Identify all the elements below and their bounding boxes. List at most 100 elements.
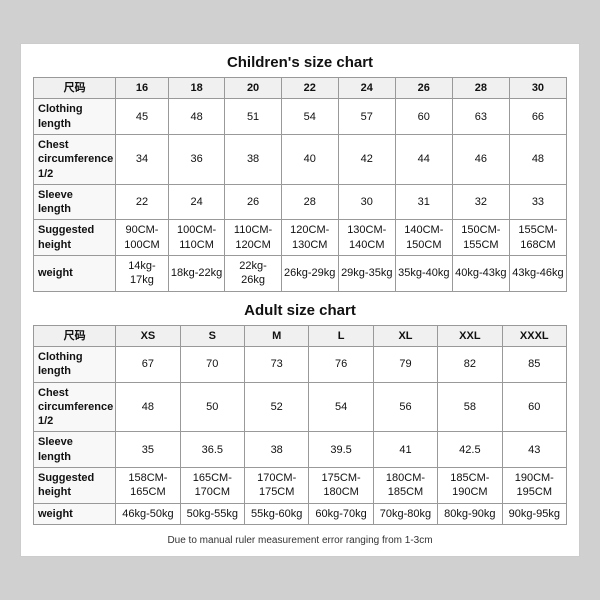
cell-2-2: 38	[245, 432, 309, 468]
cell-4-6: 90kg-95kg	[502, 503, 566, 524]
cell-0-0: 45	[116, 99, 168, 135]
col-header-1: 16	[116, 78, 168, 99]
cell-1-2: 52	[245, 382, 309, 432]
cell-4-4: 70kg-80kg	[373, 503, 437, 524]
cell-1-3: 40	[281, 134, 338, 184]
col-header-6: 26	[395, 78, 452, 99]
cell-4-5: 35kg-40kg	[395, 256, 452, 292]
table-row: Chest circumference 1/248505254565860	[34, 382, 567, 432]
cell-1-5: 44	[395, 134, 452, 184]
cell-4-2: 55kg-60kg	[245, 503, 309, 524]
cell-3-3: 120CM-130CM	[281, 220, 338, 256]
cell-2-6: 43	[502, 432, 566, 468]
cell-0-5: 82	[438, 346, 502, 382]
cell-4-4: 29kg-35kg	[338, 256, 395, 292]
col-header-4: L	[309, 325, 373, 346]
row-label-3: Suggested height	[34, 468, 116, 504]
table-row: Clothing length4548515457606366	[34, 99, 567, 135]
cell-2-3: 39.5	[309, 432, 373, 468]
cell-0-0: 67	[116, 346, 180, 382]
cell-2-1: 24	[168, 184, 225, 220]
cell-1-6: 60	[502, 382, 566, 432]
cell-2-5: 31	[395, 184, 452, 220]
cell-4-3: 60kg-70kg	[309, 503, 373, 524]
cell-3-1: 165CM-170CM	[180, 468, 244, 504]
cell-0-1: 70	[180, 346, 244, 382]
col-header-8: 30	[509, 78, 566, 99]
cell-0-7: 66	[509, 99, 566, 135]
cell-0-4: 57	[338, 99, 395, 135]
cell-2-0: 35	[116, 432, 180, 468]
col-header-7: 28	[452, 78, 509, 99]
cell-0-6: 63	[452, 99, 509, 135]
table-row: Sleeve length2224262830313233	[34, 184, 567, 220]
cell-1-1: 36	[168, 134, 225, 184]
note: Due to manual ruler measurement error ra…	[33, 535, 567, 546]
col-header-2: S	[180, 325, 244, 346]
cell-1-3: 54	[309, 382, 373, 432]
cell-3-2: 110CM-120CM	[225, 220, 281, 256]
cell-1-6: 46	[452, 134, 509, 184]
row-label-0: Clothing length	[34, 346, 116, 382]
cell-1-0: 34	[116, 134, 168, 184]
cell-3-6: 150CM-155CM	[452, 220, 509, 256]
cell-2-4: 41	[373, 432, 437, 468]
col-header-4: 22	[281, 78, 338, 99]
table-row: Suggested height90CM-100CM100CM-110CM110…	[34, 220, 567, 256]
col-header-7: XXXL	[502, 325, 566, 346]
cell-2-0: 22	[116, 184, 168, 220]
cell-4-0: 46kg-50kg	[116, 503, 180, 524]
table-row: Suggested height158CM-165CM165CM-170CM17…	[34, 468, 567, 504]
cell-4-2: 22kg-26kg	[225, 256, 281, 292]
adult-title: Adult size chart	[33, 302, 567, 319]
cell-4-1: 18kg-22kg	[168, 256, 225, 292]
row-label-1: Chest circumference 1/2	[34, 134, 116, 184]
row-label-4: weight	[34, 256, 116, 292]
cell-1-2: 38	[225, 134, 281, 184]
cell-4-3: 26kg-29kg	[281, 256, 338, 292]
cell-3-5: 140CM-150CM	[395, 220, 452, 256]
col-header-0: 尺码	[34, 325, 116, 346]
cell-3-2: 170CM-175CM	[245, 468, 309, 504]
table-row: Sleeve length3536.53839.54142.543	[34, 432, 567, 468]
cell-0-1: 48	[168, 99, 225, 135]
row-label-3: Suggested height	[34, 220, 116, 256]
cell-2-4: 30	[338, 184, 395, 220]
cell-3-6: 190CM-195CM	[502, 468, 566, 504]
row-label-2: Sleeve length	[34, 184, 116, 220]
table-row: weight14kg-17kg18kg-22kg22kg-26kg26kg-29…	[34, 256, 567, 292]
children-title: Children's size chart	[33, 54, 567, 71]
row-label-4: weight	[34, 503, 116, 524]
cell-1-1: 50	[180, 382, 244, 432]
cell-2-7: 33	[509, 184, 566, 220]
cell-0-6: 85	[502, 346, 566, 382]
cell-3-4: 130CM-140CM	[338, 220, 395, 256]
adult-table: 尺码XSSMLXLXXLXXXL Clothing length67707376…	[33, 325, 567, 525]
table-row: weight46kg-50kg50kg-55kg55kg-60kg60kg-70…	[34, 503, 567, 524]
cell-4-7: 43kg-46kg	[509, 256, 566, 292]
cell-2-6: 32	[452, 184, 509, 220]
row-label-2: Sleeve length	[34, 432, 116, 468]
col-header-5: 24	[338, 78, 395, 99]
cell-1-0: 48	[116, 382, 180, 432]
cell-0-5: 60	[395, 99, 452, 135]
cell-2-1: 36.5	[180, 432, 244, 468]
row-label-0: Clothing length	[34, 99, 116, 135]
chart-container: Children's size chart 尺码1618202224262830…	[20, 43, 580, 557]
col-header-5: XL	[373, 325, 437, 346]
cell-2-3: 28	[281, 184, 338, 220]
col-header-3: M	[245, 325, 309, 346]
cell-1-4: 56	[373, 382, 437, 432]
cell-4-6: 40kg-43kg	[452, 256, 509, 292]
col-header-6: XXL	[438, 325, 502, 346]
cell-1-4: 42	[338, 134, 395, 184]
cell-3-4: 180CM-185CM	[373, 468, 437, 504]
col-header-1: XS	[116, 325, 180, 346]
cell-3-3: 175CM-180CM	[309, 468, 373, 504]
row-label-1: Chest circumference 1/2	[34, 382, 116, 432]
cell-2-5: 42.5	[438, 432, 502, 468]
cell-4-1: 50kg-55kg	[180, 503, 244, 524]
cell-2-2: 26	[225, 184, 281, 220]
cell-0-3: 54	[281, 99, 338, 135]
cell-4-5: 80kg-90kg	[438, 503, 502, 524]
